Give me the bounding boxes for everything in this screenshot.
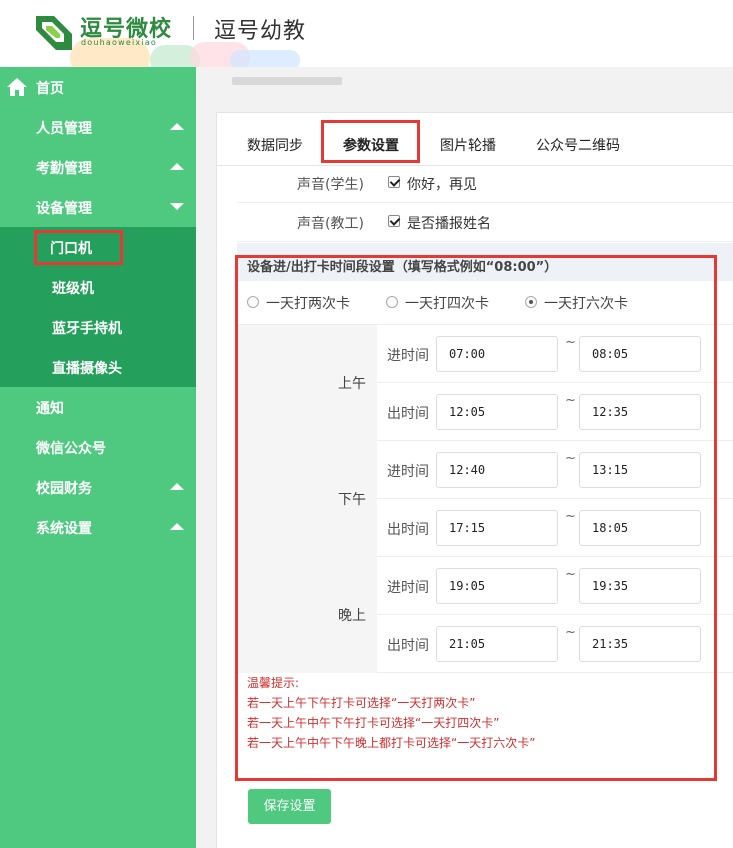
chevron-down-icon bbox=[170, 203, 184, 210]
logo-subtext: douhaoweixiao bbox=[81, 38, 157, 47]
sidebar-item-notice[interactable]: 通知 bbox=[0, 387, 196, 427]
sidebar-item-label: 校园财务 bbox=[36, 481, 92, 497]
header-decoration bbox=[230, 50, 300, 67]
sidebar-item-label: 蓝牙手持机 bbox=[52, 321, 122, 337]
tab-image-carousel[interactable]: 图片轮播 bbox=[440, 135, 496, 155]
sidebar-item-devices[interactable]: 设备管理 bbox=[0, 187, 196, 227]
sidebar-item-label: 微信公众号 bbox=[36, 441, 106, 457]
app-title: 逗号幼教 bbox=[214, 19, 307, 44]
sidebar-item-wechat[interactable]: 微信公众号 bbox=[0, 427, 196, 467]
sidebar-item-home[interactable]: 首页 bbox=[0, 67, 196, 107]
setting-value: 是否播报姓名 bbox=[407, 216, 491, 232]
sidebar-item-label: 考勤管理 bbox=[36, 161, 92, 177]
student-sound-checkbox[interactable] bbox=[388, 176, 400, 188]
top-header: 逗号微校 douhaoweixiao 逗号幼教 bbox=[0, 0, 733, 67]
setting-row-student-sound: 声音(学生) 你好，再见 bbox=[237, 165, 733, 203]
sidebar-item-finance[interactable]: 校园财务 bbox=[0, 467, 196, 507]
sidebar-item-label: 首页 bbox=[36, 81, 64, 97]
tab-official-account-qrcode[interactable]: 公众号二维码 bbox=[536, 135, 620, 155]
breadcrumb bbox=[232, 77, 342, 85]
sidebar-item-system-settings[interactable]: 系统设置 bbox=[0, 507, 196, 547]
tab-data-sync[interactable]: 数据同步 bbox=[247, 135, 303, 155]
sidebar-item-personnel[interactable]: 人员管理 bbox=[0, 107, 196, 147]
sidebar-item-label: 通知 bbox=[36, 401, 64, 417]
setting-label: 声音(学生) bbox=[297, 177, 364, 193]
chevron-up-icon bbox=[170, 523, 184, 530]
highlight-box bbox=[321, 120, 420, 163]
highlight-box bbox=[34, 230, 123, 265]
sidebar-item-label: 系统设置 bbox=[36, 521, 92, 537]
sidebar-subitem-class-machine[interactable]: 班级机 bbox=[0, 267, 196, 307]
highlight-box bbox=[235, 255, 717, 781]
sidebar: 首页 人员管理 考勤管理 设备管理 门口机 班级机 蓝牙手持机 直播摄像头 通知… bbox=[0, 67, 196, 848]
sidebar-item-attendance[interactable]: 考勤管理 bbox=[0, 147, 196, 187]
sidebar-item-label: 人员管理 bbox=[36, 121, 92, 137]
setting-value: 你好，再见 bbox=[407, 177, 477, 193]
sidebar-item-label: 班级机 bbox=[52, 281, 94, 297]
home-icon bbox=[7, 78, 27, 96]
sidebar-subitem-live-camera[interactable]: 直播摄像头 bbox=[0, 347, 196, 387]
setting-label: 声音(教工) bbox=[297, 216, 364, 232]
sidebar-item-label: 设备管理 bbox=[36, 201, 92, 217]
chevron-up-icon bbox=[170, 163, 184, 170]
logo-icon bbox=[36, 16, 72, 50]
chevron-up-icon bbox=[170, 123, 184, 130]
sidebar-item-label: 直播摄像头 bbox=[52, 361, 122, 377]
staff-sound-checkbox[interactable] bbox=[388, 215, 400, 227]
save-settings-button[interactable]: 保存设置 bbox=[248, 789, 331, 824]
setting-row-staff-sound: 声音(教工) 是否播报姓名 bbox=[237, 204, 733, 242]
header-divider bbox=[193, 16, 194, 40]
sidebar-subitem-bluetooth-handheld[interactable]: 蓝牙手持机 bbox=[0, 307, 196, 347]
chevron-up-icon bbox=[170, 483, 184, 490]
